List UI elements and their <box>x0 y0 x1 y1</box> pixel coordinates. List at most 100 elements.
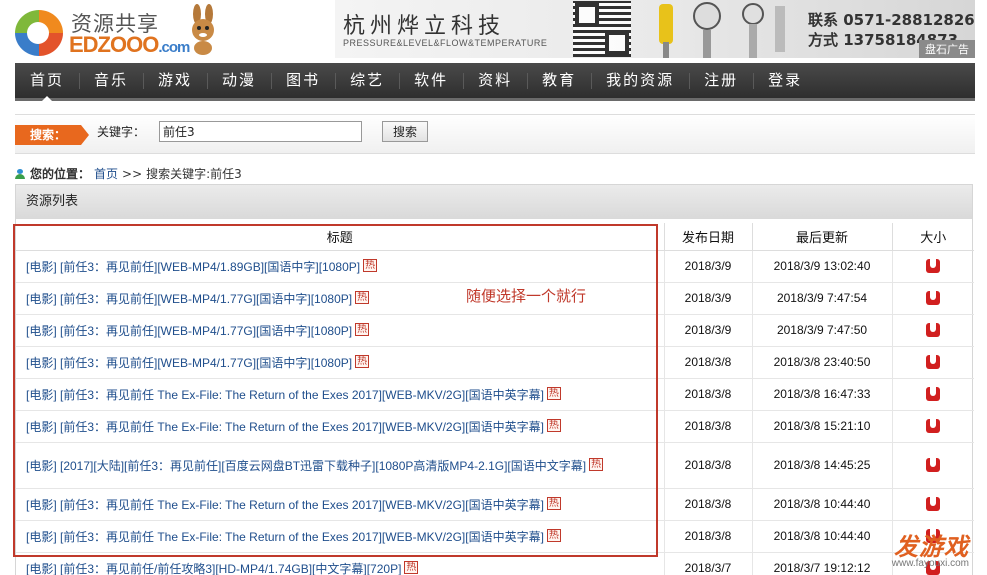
magnet-icon[interactable] <box>926 291 941 306</box>
resource-list-header: 资源列表 <box>16 185 972 219</box>
resource-title-link[interactable]: [电影] [前任3：再见前任][WEB-MP4/1.77G][国语中字][108… <box>26 324 352 338</box>
table-header-row: 标题 发布日期 最后更新 大小 <box>16 223 974 251</box>
last-updated-cell: 2018/3/8 16:47:33 <box>751 378 892 411</box>
table-row[interactable]: [电影] [前任3：再见前任][WEB-MP4/1.89GB][国语中字][10… <box>16 250 974 283</box>
resource-title-link[interactable]: [电影] [前任3：再见前任 The Ex-File: The Return o… <box>26 388 544 402</box>
table-row[interactable]: [电影] [前任3：再见前任/前任攻略3][HD-MP4/1.74GB][中文字… <box>16 552 974 575</box>
publish-date-cell: 2018/3/8 <box>663 520 752 553</box>
resource-title-link[interactable]: [电影] [2017][大陆][前任3：再见前任][百度云网盘BT迅雷下载种子]… <box>26 459 586 473</box>
main-nav: 首页 音乐 游戏 动漫 图书 综艺 软件 资料 教育 我的资源 注册 登录 <box>15 63 975 101</box>
magnet-icon[interactable] <box>926 387 941 402</box>
nav-item[interactable]: 资料 <box>463 63 527 98</box>
col-date-header: 发布日期 <box>663 223 752 251</box>
nav-item[interactable]: 图书 <box>271 63 335 98</box>
resource-title-cell: [电影] [前任3：再见前任/前任攻略3][HD-MP4/1.74GB][中文字… <box>16 552 664 575</box>
nav-item[interactable]: 首页 <box>15 63 79 101</box>
resource-title-link[interactable]: [电影] [前任3：再见前任 The Ex-File: The Return o… <box>26 420 544 434</box>
resource-title-cell: [电影] [前任3：再见前任 The Ex-File: The Return o… <box>16 410 664 443</box>
col-title-header: 标题 <box>16 223 664 251</box>
publish-date-cell: 2018/3/8 <box>663 346 752 379</box>
resource-title-link[interactable]: [电影] [前任3：再见前任 The Ex-File: The Return o… <box>26 498 544 512</box>
nav-item[interactable]: 登录 <box>753 63 817 98</box>
nav-item[interactable]: 音乐 <box>79 63 143 98</box>
qr-code-icon <box>573 1 631 57</box>
watermark: 发游戏 www.fayouxi.com <box>892 527 969 569</box>
breadcrumb: 您的位置： 首页 >> 搜索关键字:前任3 <box>15 165 242 182</box>
magnet-icon[interactable] <box>926 458 941 473</box>
resource-title-link[interactable]: [电影] [前任3：再见前任][WEB-MP4/1.77G][国语中字][108… <box>26 356 352 370</box>
publish-date-cell: 2018/3/8 <box>663 488 752 521</box>
table-row[interactable]: [电影] [前任3：再见前任 The Ex-File: The Return o… <box>16 378 974 411</box>
table-row[interactable]: [电影] [前任3：再见前任][WEB-MP4/1.77G][国语中字][108… <box>16 346 974 379</box>
size-cell <box>891 410 974 443</box>
nav-item[interactable]: 注册 <box>689 63 753 98</box>
resource-title-link[interactable]: [电影] [前任3：再见前任 The Ex-File: The Return o… <box>26 530 544 544</box>
last-updated-cell: 2018/3/8 15:21:10 <box>751 410 892 443</box>
table-row[interactable]: [电影] [前任3：再见前任 The Ex-File: The Return o… <box>16 520 974 553</box>
last-updated-cell: 2018/3/8 10:44:40 <box>751 520 892 553</box>
publish-date-cell: 2018/3/8 <box>663 410 752 443</box>
ad-banner[interactable]: 杭州烨立科技 PRESSURE&LEVEL&FLOW&TEMPERATURE 联… <box>335 0 975 58</box>
publish-date-cell: 2018/3/7 <box>663 552 752 575</box>
breadcrumb-home[interactable]: 首页 <box>94 165 118 182</box>
site-logo[interactable]: 资源共享 EDZOOO.com <box>15 4 215 58</box>
resource-title-cell: [电影] [前任3：再见前任][WEB-MP4/1.77G][国语中字][108… <box>16 346 664 379</box>
hot-badge-icon: 热 <box>546 386 561 400</box>
nav-item[interactable]: 游戏 <box>143 63 207 98</box>
last-updated-cell: 2018/3/9 7:47:54 <box>751 282 892 315</box>
size-cell <box>891 314 974 347</box>
publish-date-cell: 2018/3/8 <box>663 442 752 489</box>
magnet-icon[interactable] <box>926 497 941 512</box>
site-header: 资源共享 EDZOOO.com 杭州烨立科技 PRESSURE&LEVEL&FL… <box>0 0 987 62</box>
watermark-main: 发游戏 <box>894 533 969 561</box>
breadcrumb-current: 搜索关键字:前任3 <box>146 167 242 181</box>
ad-phone: 联系 0571-28812826 <box>808 11 975 29</box>
nav-item[interactable]: 教育 <box>527 63 591 98</box>
magnet-icon[interactable] <box>926 259 941 274</box>
resource-title-link[interactable]: [电影] [前任3：再见前任][WEB-MP4/1.89GB][国语中字][10… <box>26 260 360 274</box>
hot-badge-icon: 热 <box>546 528 561 542</box>
magnet-icon[interactable] <box>926 419 941 434</box>
magnet-icon[interactable] <box>926 355 941 370</box>
hot-badge-icon: 热 <box>355 290 370 304</box>
nav-item[interactable]: 动漫 <box>207 63 271 98</box>
resource-title-cell: [电影] [前任3：再见前任 The Ex-File: The Return o… <box>16 378 664 411</box>
size-cell <box>891 442 974 489</box>
rabbit-mascot-icon <box>192 4 214 55</box>
publish-date-cell: 2018/3/9 <box>663 314 752 347</box>
hot-badge-icon: 热 <box>589 457 604 471</box>
table-row[interactable]: [电影] [前任3：再见前任 The Ex-File: The Return o… <box>16 488 974 521</box>
table-row[interactable]: [电影] [前任3：再见前任 The Ex-File: The Return o… <box>16 410 974 443</box>
search-tag: 搜索： <box>15 125 89 145</box>
resource-list: 资源列表 标题 发布日期 最后更新 大小 [电影] [前任3：再见前任][WEB… <box>15 184 974 575</box>
table-row[interactable]: [电影] [2017][大陆][前任3：再见前任][百度云网盘BT迅雷下载种子]… <box>16 442 974 489</box>
search-button[interactable]: 搜索 <box>382 121 428 142</box>
resource-title-link[interactable]: [电影] [前任3：再见前任][WEB-MP4/1.77G][国语中字][108… <box>26 292 352 306</box>
resource-table: 标题 发布日期 最后更新 大小 [电影] [前任3：再见前任][WEB-MP4/… <box>16 223 974 575</box>
nav-item[interactable]: 我的资源 <box>591 63 689 98</box>
pressure-gauge-icon <box>659 2 785 58</box>
logo-brand-text: EDZOOO <box>69 32 159 57</box>
ad-tagline: PRESSURE&LEVEL&FLOW&TEMPERATURE <box>343 38 548 48</box>
logo-circle-icon <box>15 10 63 56</box>
publish-date-cell: 2018/3/9 <box>663 282 752 315</box>
size-cell <box>891 346 974 379</box>
resource-title-link[interactable]: [电影] [前任3：再见前任/前任攻略3][HD-MP4/1.74GB][中文字… <box>26 562 401 575</box>
publish-date-cell: 2018/3/9 <box>663 250 752 283</box>
magnet-icon[interactable] <box>926 323 941 338</box>
hot-badge-icon: 热 <box>355 354 370 368</box>
hot-badge-icon: 热 <box>546 496 561 510</box>
col-updated-header: 最后更新 <box>751 223 892 251</box>
nav-item[interactable]: 软件 <box>399 63 463 98</box>
resource-title-cell: [电影] [前任3：再见前任 The Ex-File: The Return o… <box>16 488 664 521</box>
table-row[interactable]: [电影] [前任3：再见前任][WEB-MP4/1.77G][国语中字][108… <box>16 314 974 347</box>
resource-title-cell: [电影] [前任3：再见前任 The Ex-File: The Return o… <box>16 520 664 553</box>
last-updated-cell: 2018/3/9 13:02:40 <box>751 250 892 283</box>
resource-title-cell: [电影] [前任3：再见前任][WEB-MP4/1.77G][国语中字][108… <box>16 314 664 347</box>
resource-title-cell: [电影] [前任3：再见前任][WEB-MP4/1.89GB][国语中字][10… <box>16 250 664 283</box>
last-updated-cell: 2018/3/8 10:44:40 <box>751 488 892 521</box>
breadcrumb-prefix: 您的位置： <box>30 167 91 181</box>
nav-item[interactable]: 综艺 <box>335 63 399 98</box>
keyword-input[interactable] <box>159 121 362 142</box>
ad-badge[interactable]: 盘石广告 <box>919 40 975 58</box>
